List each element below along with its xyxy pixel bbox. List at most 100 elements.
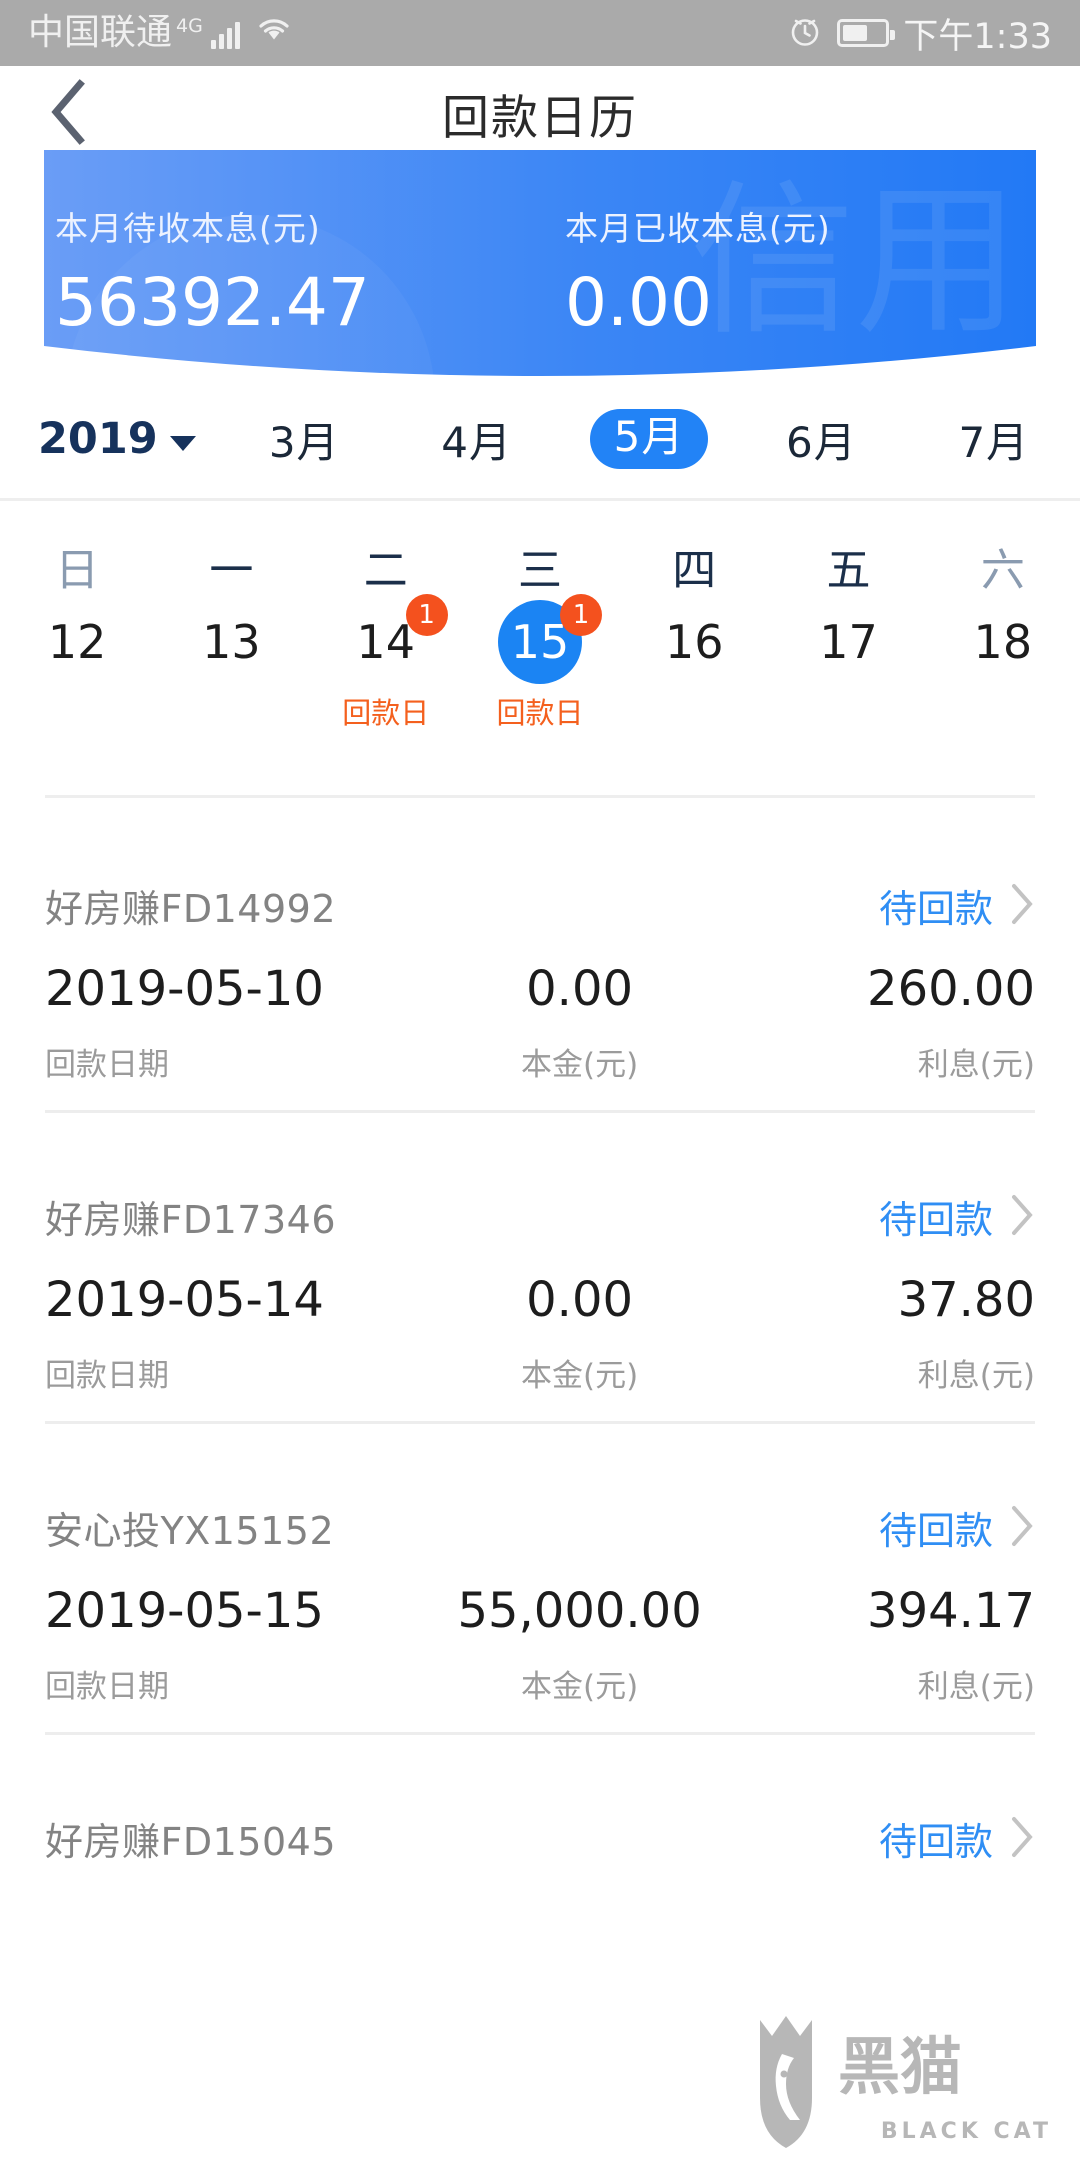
principal-value: 55,000.00 (457, 1583, 702, 1639)
repayment-date-value: 2019-05-10 (45, 961, 324, 1017)
network-type-label: 4G (176, 15, 203, 37)
list-item-status-group[interactable]: 待回款 (879, 1189, 1035, 1244)
list-item-values: 2019-05-14 0.00 37.80 (45, 1272, 1035, 1328)
list-item-values: 2019-05-15 55,000.00 394.17 (45, 1583, 1035, 1639)
calendar-day-15[interactable]: 15 1 回款日 (463, 594, 617, 732)
list-item[interactable]: 好房赚FD17346 待回款 2019-05-14 0.00 37.80 回款日期 本金(元… (0, 1141, 1080, 1452)
received-label: 本月已收本息(元) (565, 209, 831, 248)
list-item-divider (45, 1421, 1035, 1424)
month-tab-7月[interactable]: 7月 (908, 409, 1080, 470)
interest-value: 394.17 (867, 1583, 1035, 1639)
calendar-day-number: 12 (47, 615, 107, 669)
list-item-status-group[interactable]: 待回款 (879, 878, 1035, 933)
chevron-down-icon (169, 435, 196, 451)
calendar-day-tag: 回款日 (496, 696, 584, 730)
status-badge: 待回款 (878, 1820, 993, 1864)
list-item-product-name: 安心投YX15152 (45, 1509, 335, 1553)
list-item-labels: 回款日期 本金(元) 利息(元) (45, 1039, 1035, 1084)
month-list: 3月 4月 5月 6月 7月 (218, 409, 1080, 470)
principal-value: 0.00 (526, 961, 634, 1017)
chevron-right-icon (1009, 1504, 1035, 1552)
calendar-day-number: 13 (202, 615, 261, 669)
weekday-label-一: 一 (209, 545, 254, 596)
received-column: 本月已收本息(元) 0.00 (540, 150, 1080, 350)
list-item-divider (45, 1110, 1035, 1113)
calendar-day-13[interactable]: 13 (154, 600, 308, 684)
pending-column: 本月待收本息(元) 56392.47 (0, 150, 540, 350)
chevron-right-icon (1009, 882, 1035, 930)
calendar-divider (45, 795, 1035, 798)
status-badge: 待回款 (878, 1198, 993, 1242)
nav-bar: 回款日历 (0, 66, 1080, 161)
month-tab-5月[interactable]: 5月 (563, 409, 735, 469)
chevron-right-icon (1009, 1193, 1035, 1241)
list-item-labels: 回款日期 本金(元) 利息(元) (45, 1350, 1035, 1395)
calendar-day-number: 18 (973, 615, 1033, 669)
year-picker[interactable]: 2019 (0, 414, 218, 464)
calendar-day-number: 16 (664, 615, 724, 669)
alarm-clock-icon (787, 13, 823, 53)
battery-icon (837, 19, 896, 47)
list-item-product-name: 好房赚FD15045 (45, 1820, 337, 1864)
calendar-day-number: 17 (819, 615, 878, 669)
weekday-label-五: 五 (826, 545, 871, 596)
repayment-date-label: 回款日期 (45, 1047, 169, 1083)
calendar-day-16[interactable]: 16 (617, 600, 771, 684)
month-tab-4月[interactable]: 4月 (390, 409, 562, 470)
watermark-label: BLACK CAT (880, 2119, 1052, 2144)
month-tab-label: 6月 (786, 417, 857, 467)
list-item[interactable]: 安心投YX15152 待回款 2019-05-15 55,000.00 394.17 回款… (0, 1452, 1080, 1763)
status-badge: 待回款 (878, 887, 993, 931)
weekday-label-六: 六 (980, 545, 1025, 596)
clock-label: 下午1:33 (903, 16, 1052, 57)
back-button[interactable] (30, 75, 108, 153)
repayment-date-label: 回款日期 (45, 1358, 169, 1394)
list-item-status-group[interactable]: 待回款 (879, 1811, 1035, 1866)
list-item-header: 好房赚FD17346 待回款 (45, 1189, 1035, 1244)
month-tab-3月[interactable]: 3月 (218, 409, 390, 470)
interest-value: 260.00 (867, 961, 1035, 1017)
repayment-date-label: 回款日期 (45, 1669, 169, 1705)
weekday-label-三: 三 (517, 545, 562, 596)
signal-bars-icon (210, 19, 240, 49)
pending-value: 56392.47 (55, 264, 370, 341)
list-item-values: 2019-05-10 0.00 260.00 (45, 961, 1035, 1017)
pending-label: 本月待收本息(元) (55, 209, 321, 248)
chevron-right-icon (1009, 1815, 1035, 1863)
calendar-day-12[interactable]: 12 (0, 600, 154, 684)
page-title: 回款日历 (442, 91, 638, 146)
list-item[interactable]: 好房赚FD14992 待回款 2019-05-10 0.00 260.00 回款日期 本金(… (0, 830, 1080, 1141)
principal-value: 0.00 (526, 1272, 634, 1328)
app-screen: 中国联通 4G 下午1:33 回款日历 信用 本月待收本息(元) 56392.4… (0, 0, 1080, 2160)
repayment-list: 好房赚FD14992 待回款 2019-05-10 0.00 260.00 回款日期 本金(… (0, 830, 1080, 1894)
black-cat-logo-icon: 黑猫 BLACK CAT (742, 2002, 1062, 2152)
interest-label: 利息(元) (917, 1669, 1035, 1705)
weekday-label-二: 二 (363, 545, 408, 596)
month-tab-label: 7月 (958, 417, 1030, 467)
summary-card: 信用 本月待收本息(元) 56392.47 本月已收本息(元) 0.00 (0, 150, 1080, 380)
principal-label: 本金(元) (520, 1358, 639, 1394)
month-tab-6月[interactable]: 6月 (735, 409, 907, 470)
weekday-label-日: 日 (55, 545, 100, 596)
received-value: 0.00 (565, 264, 712, 341)
status-bar-right: 下午1:33 (787, 8, 1052, 59)
list-item-header: 安心投YX15152 待回款 (45, 1500, 1035, 1555)
calendar-day-row: 12 13 14 1 回款日 15 1 回款日 16 17 18 (0, 594, 1080, 740)
repayment-date-value: 2019-05-15 (45, 1583, 324, 1639)
principal-label: 本金(元) (520, 1047, 639, 1083)
status-badge: 待回款 (878, 1509, 993, 1553)
principal-label: 本金(元) (520, 1669, 639, 1705)
list-item-header: 好房赚FD15045 待回款 (45, 1811, 1035, 1866)
wifi-icon (254, 14, 294, 48)
calendar-day-18[interactable]: 18 (926, 600, 1080, 684)
weekday-header: 日一二三四五六 (0, 520, 1080, 612)
interest-value: 37.80 (897, 1272, 1035, 1328)
list-item[interactable]: 好房赚FD15045 待回款 (0, 1763, 1080, 1894)
carrier-label: 中国联通 (28, 12, 173, 53)
list-item-header: 好房赚FD14992 待回款 (45, 878, 1035, 933)
calendar-day-14[interactable]: 14 1 回款日 (309, 594, 463, 732)
list-item-status-group[interactable]: 待回款 (879, 1500, 1035, 1555)
calendar-day-17[interactable]: 17 (771, 600, 925, 684)
month-tab-label: 5月 (589, 409, 709, 469)
month-divider (0, 498, 1080, 501)
